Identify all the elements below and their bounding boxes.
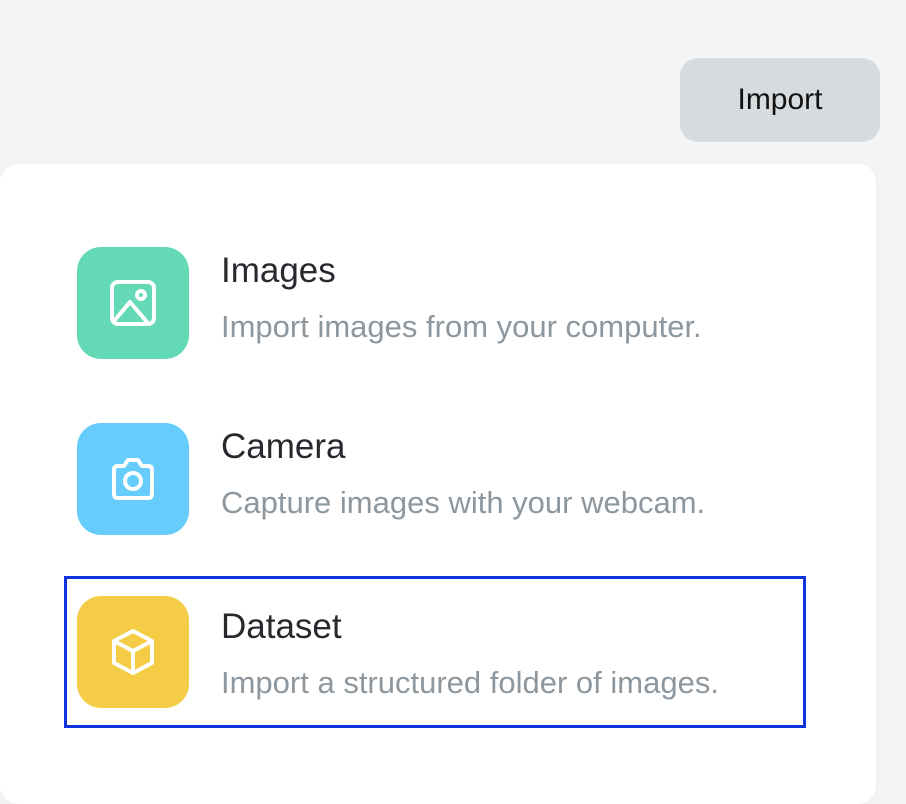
menu-option-dataset[interactable]: Dataset Import a structured folder of im… [64,576,806,728]
option-title: Camera [221,427,346,466]
option-title: Images [221,251,336,290]
menu-option-images[interactable]: Images Import images from your computer. [64,228,806,380]
import-menu-panel: Images Import images from your computer.… [0,164,876,804]
images-tile [77,247,189,359]
image-icon [110,280,156,326]
menu-option-camera[interactable]: Camera Capture images with your webcam. [64,404,806,556]
dataset-tile [77,596,189,708]
option-description: Import a structured folder of images. [221,665,719,700]
cube-icon [112,629,154,675]
camera-icon [112,458,154,500]
camera-tile [77,423,189,535]
option-title: Dataset [221,607,342,646]
option-description: Import images from your computer. [221,309,702,344]
option-description: Capture images with your webcam. [221,485,706,520]
import-button[interactable]: Import [680,58,880,142]
